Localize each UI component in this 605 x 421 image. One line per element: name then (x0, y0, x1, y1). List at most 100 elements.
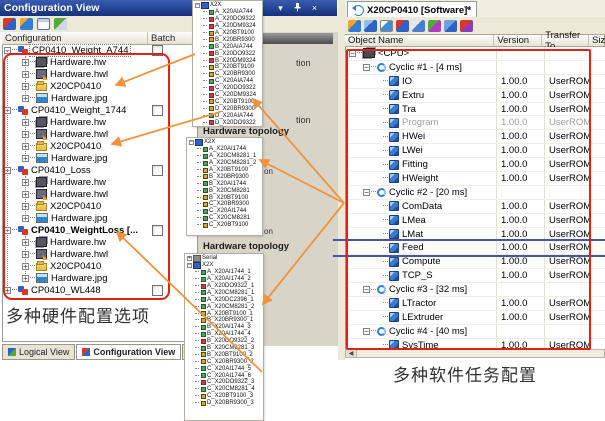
x2x-root-row[interactable]: −X2X (195, 2, 262, 9)
show-configuration-icon[interactable] (3, 18, 16, 30)
module-row[interactable]: A_X20CM8281_1 (189, 153, 262, 160)
module-icon (201, 373, 206, 378)
module-row[interactable]: A_X20AI1744_2 (187, 276, 263, 283)
module-row[interactable]: A_X20DM9324 (195, 23, 262, 30)
module-row[interactable]: B_X20BR9300 (189, 173, 262, 180)
column-size[interactable]: Siz (589, 35, 604, 46)
tree-connector (197, 190, 201, 192)
module-row[interactable]: C_X20BT9100 (195, 98, 262, 105)
scroll-left-icon[interactable]: ◀ (346, 350, 357, 357)
module-row[interactable]: C_X20BR9300_2 (187, 358, 263, 365)
module-label: A_X20BT9100 (215, 30, 254, 36)
module-row[interactable]: D_X20BR9300_3 (187, 400, 263, 407)
module-label: D_X20BR9300 (215, 106, 255, 112)
open-object-icon[interactable] (364, 20, 377, 32)
module-row[interactable]: C_X20BT9100_3 (187, 393, 263, 400)
tree-connector (203, 39, 207, 41)
module-row[interactable]: C_X20CM8281 (189, 215, 262, 222)
module-row[interactable]: C_X20BR9300 (195, 71, 262, 78)
module-row[interactable]: B_X20BT9100 (195, 64, 262, 71)
table-view-icon[interactable] (37, 18, 50, 30)
module-row[interactable]: A_X20DO9322_1 (187, 283, 263, 290)
tree-connector (203, 108, 207, 110)
tree-connector (195, 395, 199, 397)
module-row[interactable]: B_X20AI1744 (189, 180, 262, 187)
column-transfer-to[interactable]: Transfer To (542, 35, 589, 46)
module-row[interactable]: C_X20DO9322_3 (187, 379, 263, 386)
chevron-down-icon[interactable]: ▾ (274, 2, 287, 14)
module-icon (203, 181, 208, 186)
copy-transfer-icon[interactable] (444, 20, 457, 32)
module-row[interactable]: B_X20AI1744_4 (187, 331, 263, 338)
module-icon (201, 270, 206, 275)
column-batch[interactable]: Batch (148, 32, 197, 44)
module-row[interactable]: C_X20BR9300 (189, 201, 262, 208)
column-version[interactable]: Version (494, 35, 542, 46)
module-row[interactable]: D_X20AIA744 (195, 112, 262, 119)
module-row[interactable]: A_X20BT9100 (189, 167, 262, 174)
serial-root-row[interactable]: +Serial (187, 255, 263, 262)
module-row[interactable]: B_X20DO9322 (195, 50, 262, 57)
module-row[interactable]: C_X20AI1744_5 (187, 365, 263, 372)
x2x-root-row[interactable]: −X2X (187, 262, 263, 269)
expand-toggle[interactable]: − (195, 3, 200, 8)
tab-close-icon[interactable]: × (463, 3, 473, 13)
module-row[interactable]: A_X20BT9100 (195, 30, 262, 37)
module-row[interactable]: B_X20BT9100 (189, 194, 262, 201)
module-row[interactable]: C_X20AIA744 (195, 78, 262, 85)
module-icon (201, 304, 206, 309)
module-row[interactable]: B_X20BR9300 (195, 36, 262, 43)
expand-toggle[interactable]: − (189, 140, 194, 145)
module-view-icon[interactable] (20, 18, 33, 30)
module-row[interactable]: A_X20CM8281_2 (187, 303, 263, 310)
module-row[interactable]: D_X20BR9300 (195, 105, 262, 112)
module-row[interactable]: B_X20BT9100_2 (187, 351, 263, 358)
module-row[interactable]: B_X20CM8281 (189, 187, 262, 194)
module-row[interactable]: D_X20DO9322 (195, 119, 262, 126)
delete-module-icon[interactable] (460, 20, 473, 32)
panel-splitter[interactable] (338, 0, 345, 360)
module-row[interactable]: A_X20BT9100_1 (187, 310, 263, 317)
module-icon (203, 188, 208, 193)
module-row[interactable]: C_X20CM8281_4 (187, 386, 263, 393)
build-transfer-icon[interactable] (396, 20, 409, 32)
module-row[interactable]: B_X20BR9300_1 (187, 317, 263, 324)
module-row[interactable]: A_X20AI1744 (189, 146, 262, 153)
x2x-root-row[interactable]: −X2X (189, 139, 262, 146)
module-icon (203, 147, 208, 152)
module-row[interactable]: A_X20DC2396_1 (187, 296, 263, 303)
module-row[interactable]: C_X20AI1744_6 (187, 372, 263, 379)
module-row[interactable]: C_X20DM9324 (195, 92, 262, 99)
module-row[interactable]: B_X20AI1744_3 (187, 324, 263, 331)
module-row[interactable]: B_X20DM9324 (195, 57, 262, 64)
tree-connector (203, 66, 207, 68)
module-row[interactable]: A_X20CM8281_2 (189, 160, 262, 167)
module-row[interactable]: B_X20AIA744 (195, 43, 262, 50)
edit-object-icon[interactable] (380, 20, 393, 32)
module-icon (209, 79, 214, 84)
column-object-name[interactable]: Object Name (345, 35, 494, 46)
erase-icon[interactable] (412, 20, 425, 32)
tab-logical-view[interactable]: Logical View (2, 344, 75, 360)
expand-toggle[interactable]: − (187, 263, 192, 268)
pin-icon[interactable] (291, 2, 304, 14)
module-row[interactable]: A_X20AI1744_1 (187, 269, 263, 276)
module-row[interactable]: B_X20DO9322_2 (187, 338, 263, 345)
column-configuration[interactable]: Configuration (2, 32, 148, 44)
module-row[interactable]: C_X20DO9322 (195, 85, 262, 92)
horizontal-scrollbar[interactable]: ◀ (345, 349, 605, 358)
module-icon (209, 65, 214, 70)
software-tab[interactable]: X20CP0410 [Software]* (347, 1, 477, 18)
tab-configuration-view[interactable]: Configuration View (76, 344, 181, 360)
module-row[interactable]: B_X20CM8281_3 (187, 345, 263, 352)
new-object-icon[interactable] (348, 20, 361, 32)
import-export-icon[interactable] (54, 18, 67, 30)
module-row[interactable]: C_X20BT9100 (189, 222, 262, 229)
module-row[interactable]: A_X20AIA744 (195, 9, 262, 16)
expand-toggle[interactable]: + (187, 256, 192, 261)
module-row[interactable]: A_X20CM8281_1 (187, 289, 263, 296)
close-icon[interactable]: × (308, 2, 321, 14)
insert-module-icon[interactable] (428, 20, 441, 32)
module-row[interactable]: A_X20DO9322 (195, 16, 262, 23)
module-row[interactable]: C_X20AI1744 (189, 208, 262, 215)
